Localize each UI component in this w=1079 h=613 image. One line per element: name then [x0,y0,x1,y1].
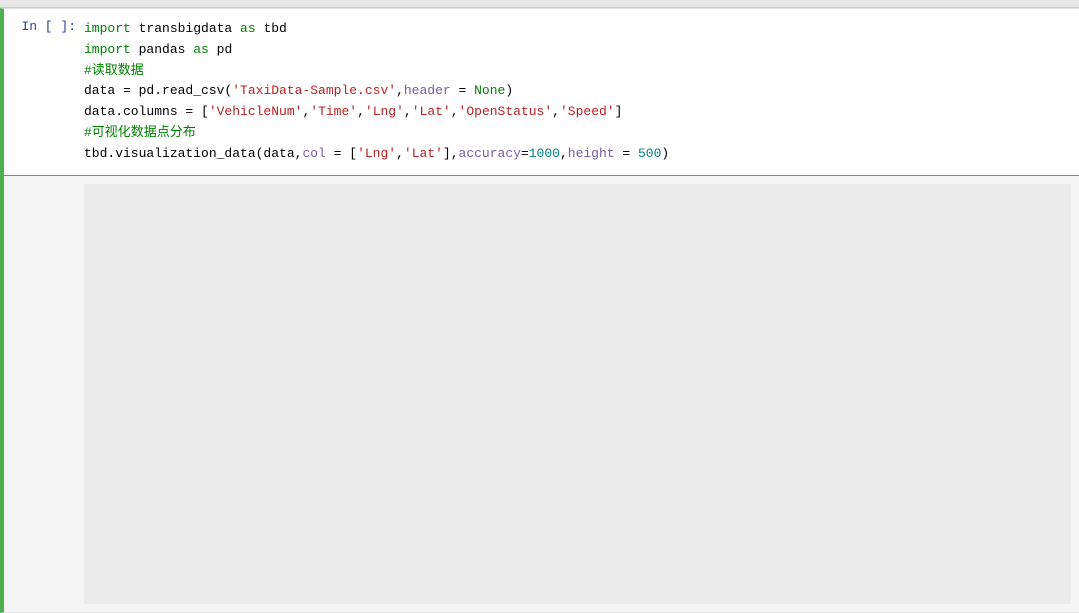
code-cell[interactable]: In [ ]: import transbigdata as tbd impor… [0,8,1079,613]
code-line-1: import transbigdata as tbd [84,19,1071,40]
notebook-container: In [ ]: import transbigdata as tbd impor… [0,0,1079,613]
cell-code[interactable]: import transbigdata as tbd import pandas… [84,17,1079,167]
code-line-3: #读取数据 [84,61,1071,82]
cell-input: In [ ]: import transbigdata as tbd impor… [4,9,1079,175]
code-line-6: #可视化数据点分布 [84,123,1071,144]
output-prompt [4,176,84,184]
output-content [84,184,1071,604]
code-line-2: import pandas as pd [84,40,1071,61]
code-line-4: data = pd.read_csv('TaxiData-Sample.csv'… [84,81,1071,102]
top-bar [0,0,1079,8]
code-line-7: tbd.visualization_data(data,col = ['Lng'… [84,144,1071,165]
cell-prompt: In [ ]: [4,17,84,34]
cell-output-inner [4,176,1079,612]
cell-output [4,175,1079,612]
code-line-5: data.columns = ['VehicleNum','Time','Lng… [84,102,1071,123]
